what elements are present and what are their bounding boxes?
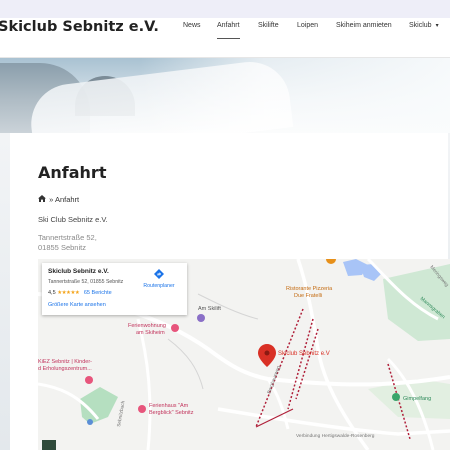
park-marker-icon [392,393,400,401]
map-label-restaurant: Due Fratelli [294,293,322,299]
background-snow-left [0,133,10,450]
location-pin-dot [264,350,270,356]
map-label-skilift: Am Skilift [198,306,221,312]
breadcrumb: » Anfahrt [38,195,79,204]
hotel-marker-icon [85,376,93,384]
map-road [136,318,152,450]
poi-marker-icon [197,314,205,322]
site-header: Skiclub Sebnitz e.V. News Anfahrt Skilif… [0,18,450,58]
nav-item-loipen[interactable]: Loipen [297,22,318,29]
place-card-rating: 4,5 ★★★★★ 65 Berichte [48,290,112,296]
hero-banner-image [0,58,450,133]
place-card-title: Skiclub Sebnitz e.V. [48,268,109,275]
page-title: Anfahrt [38,163,107,182]
map-label-pin: Skiclub Sebnitz e.V [278,351,330,357]
chevron-down-icon: ▾ [435,23,439,29]
nav-item-skiclub[interactable]: Skiclub ▾ [409,22,439,29]
address-city: 01855 Sebnitz [38,243,86,252]
nav-item-anfahrt[interactable]: Anfahrt [217,22,240,39]
rating-value: 4,5 [48,290,56,296]
map-label-kiez: KiEZ Sebnitz | Kinder- [38,359,92,365]
rating-stars-icon: ★★★★★ [57,290,80,296]
address-street: Tannertstraße 52, [38,233,97,242]
photo-thumbnail-marker [42,440,56,450]
larger-map-link[interactable]: Größere Karte ansehen [48,302,106,308]
map-lake [360,264,382,281]
route-planner-label: Routenplaner [143,283,175,289]
hotel-marker-icon [171,324,179,332]
restaurant-marker-icon [326,259,336,264]
transit-marker-icon [87,419,93,425]
nav-item-skiheim-anmieten[interactable]: Skiheim anmieten [336,22,392,29]
organization-name: Ski Club Sebnitz e.V. [38,215,108,224]
map-label-verbindung: Verbindung Hertigswalde-Rosenberg [296,433,375,439]
site-logo-text[interactable]: Skiclub Sebnitz e.V. [0,19,159,35]
map-label-restaurant: Ristorante Pizzeria [286,286,333,292]
directions-icon [142,269,176,281]
map-ski-trail [287,318,314,410]
nav-item-skiclub-label: Skiclub [409,22,432,29]
map-label-gimpelfang: Gimpelfang [403,396,431,402]
map-label-ferienhaus: Bergblick" Sebnitz [149,410,194,416]
hero-sky-mist [140,58,450,133]
map-label-ferienwohnung: am Skiheim [136,330,165,336]
map-label-kiez: d Erholungszentrum... [38,366,92,372]
map-label-sebnitzbach: Sebnitzbach [116,400,127,427]
nav-item-skilifte[interactable]: Skilifte [258,22,279,29]
home-icon[interactable] [38,195,46,204]
breadcrumb-current: Anfahrt [54,195,80,204]
map-label-ferienwohnung: Ferienwohnung [128,323,166,329]
map-label-ferienhaus: Ferienhaus "Am [149,403,189,409]
hotel-marker-icon [138,405,146,413]
nav-item-news[interactable]: News [183,22,201,29]
top-strip [0,0,450,18]
map-path [167,338,204,390]
reviews-link[interactable]: 65 Berichte [84,290,112,296]
place-card-address: Tannertstraße 52, 01855 Sebnitz [48,279,124,285]
route-planner-button[interactable]: Routenplaner [142,269,176,289]
breadcrumb-separator: » [49,195,54,204]
